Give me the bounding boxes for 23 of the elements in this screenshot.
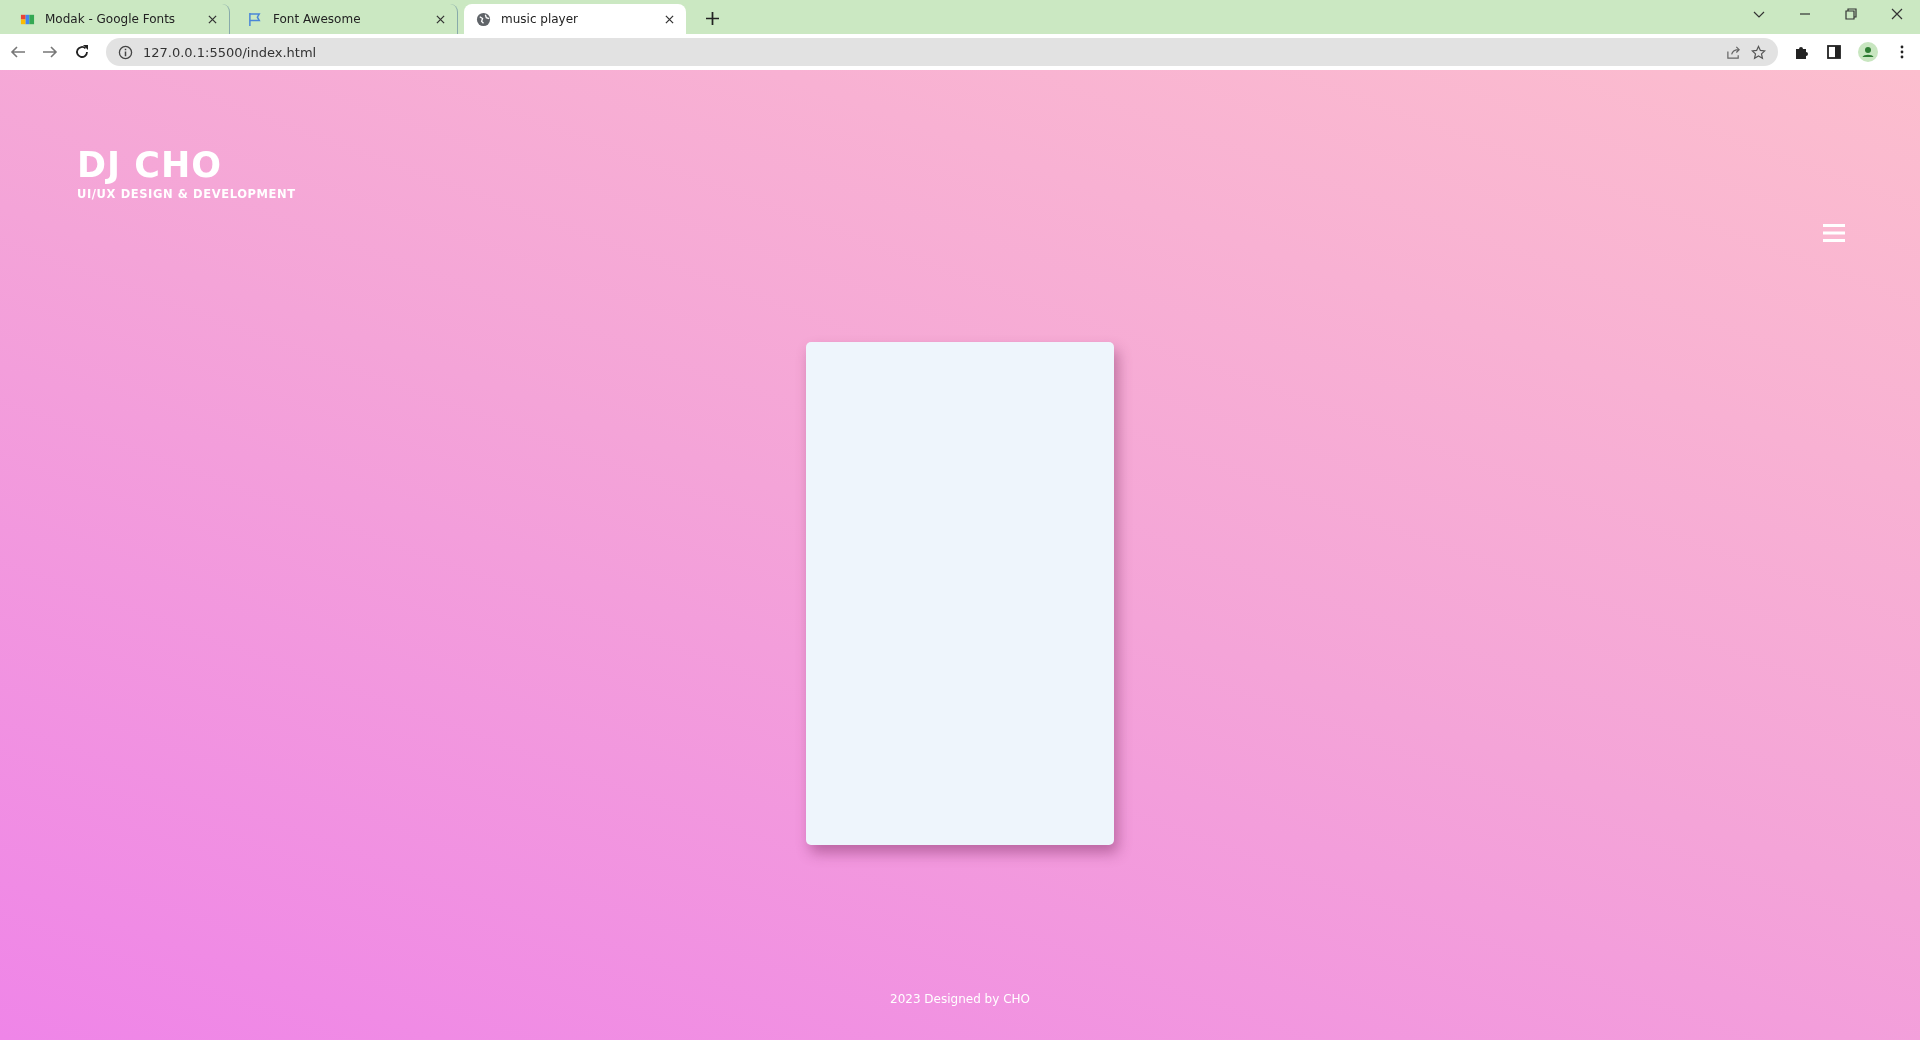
site-title: DJ CHO — [77, 146, 223, 185]
flag-icon — [248, 11, 263, 27]
reload-icon[interactable] — [74, 44, 90, 60]
close-icon[interactable] — [1891, 8, 1903, 20]
footer-text: 2023 Designed by CHO — [889, 992, 1031, 1006]
globe-icon — [476, 11, 491, 27]
site-subtitle: UI/UX DESIGN & DEVELOPMENT — [77, 186, 296, 201]
puzzle-icon[interactable] — [1794, 44, 1810, 60]
profile-avatar-icon[interactable] — [1858, 42, 1878, 62]
star-icon[interactable] — [1751, 44, 1766, 60]
address-bar[interactable]: 127.0.0.1:5500/index.html — [106, 38, 1778, 66]
browser-tab[interactable]: music player — [464, 4, 686, 34]
close-icon[interactable] — [436, 14, 445, 24]
share-icon[interactable] — [1726, 44, 1741, 60]
url-text: 127.0.0.1:5500/index.html — [143, 44, 318, 60]
back-arrow-icon[interactable] — [10, 44, 26, 60]
info-icon — [118, 44, 133, 60]
new-tab-icon[interactable] — [706, 12, 719, 25]
close-icon[interactable] — [665, 14, 674, 24]
side-panel-icon[interactable] — [1826, 44, 1842, 60]
close-icon[interactable] — [208, 14, 217, 24]
forward-arrow-icon[interactable] — [42, 44, 58, 60]
restore-icon[interactable] — [1845, 8, 1857, 20]
